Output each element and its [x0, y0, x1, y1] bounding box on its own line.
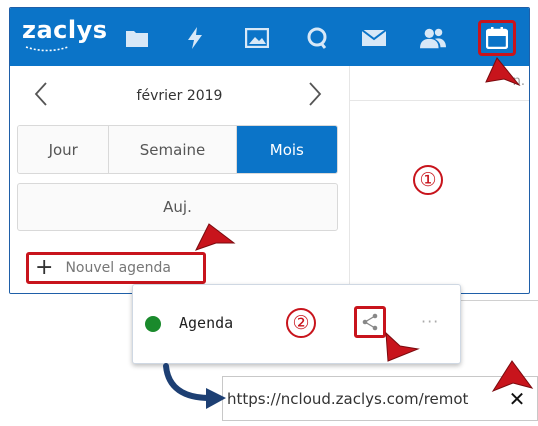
- more-options-icon[interactable]: ···: [421, 312, 439, 331]
- calendar-highlight-box: [478, 20, 516, 56]
- calendar-day-header: n.: [350, 66, 529, 101]
- chevron-right-icon[interactable]: [302, 80, 326, 108]
- view-day-button[interactable]: Jour: [18, 126, 110, 173]
- logo-swoosh-icon: [25, 46, 69, 52]
- app-logo[interactable]: zaclys: [22, 16, 108, 44]
- step-marker-two: ②: [286, 308, 316, 338]
- search-icon[interactable]: [304, 25, 330, 51]
- bolt-icon[interactable]: [182, 25, 208, 51]
- calendar-color-dot: [145, 316, 161, 332]
- close-icon[interactable]: ✕: [499, 383, 535, 415]
- new-calendar-label: Nouvel agenda: [65, 260, 172, 276]
- today-button[interactable]: Auj.: [17, 183, 338, 231]
- new-calendar-button[interactable]: + Nouvel agenda: [26, 252, 206, 284]
- top-navbar: zaclys: [10, 8, 529, 66]
- view-switcher: Jour Semaine Mois: [17, 125, 338, 174]
- folder-icon[interactable]: [124, 25, 150, 51]
- step-marker-one: ①: [413, 165, 443, 195]
- app-window: zaclys février 2019 Jour Semaine Mois Au…: [9, 7, 530, 294]
- month-navigator: février 2019: [10, 66, 349, 124]
- share-button[interactable]: [354, 306, 386, 338]
- share-link-field[interactable]: https://ncloud.zaclys.com/remot ✕: [222, 376, 538, 421]
- calendar-name: Agenda: [179, 314, 234, 332]
- share-link-url[interactable]: https://ncloud.zaclys.com/remot: [227, 390, 489, 408]
- contacts-icon[interactable]: [420, 25, 446, 51]
- image-icon[interactable]: [244, 25, 270, 51]
- mail-icon[interactable]: [361, 25, 387, 51]
- calendar-sidebar: février 2019 Jour Semaine Mois Auj. + No…: [10, 66, 350, 293]
- view-week-button[interactable]: Semaine: [109, 126, 237, 173]
- view-month-button[interactable]: Mois: [236, 126, 337, 173]
- current-month-label: février 2019: [136, 88, 223, 104]
- day-header-label: n.: [512, 74, 525, 89]
- arrow-to-share-link: [163, 363, 213, 401]
- calendar-entry-popup: Agenda ② ···: [132, 284, 461, 364]
- background-panel: [461, 300, 538, 351]
- plus-icon: +: [35, 255, 54, 280]
- share-icon: [362, 313, 378, 331]
